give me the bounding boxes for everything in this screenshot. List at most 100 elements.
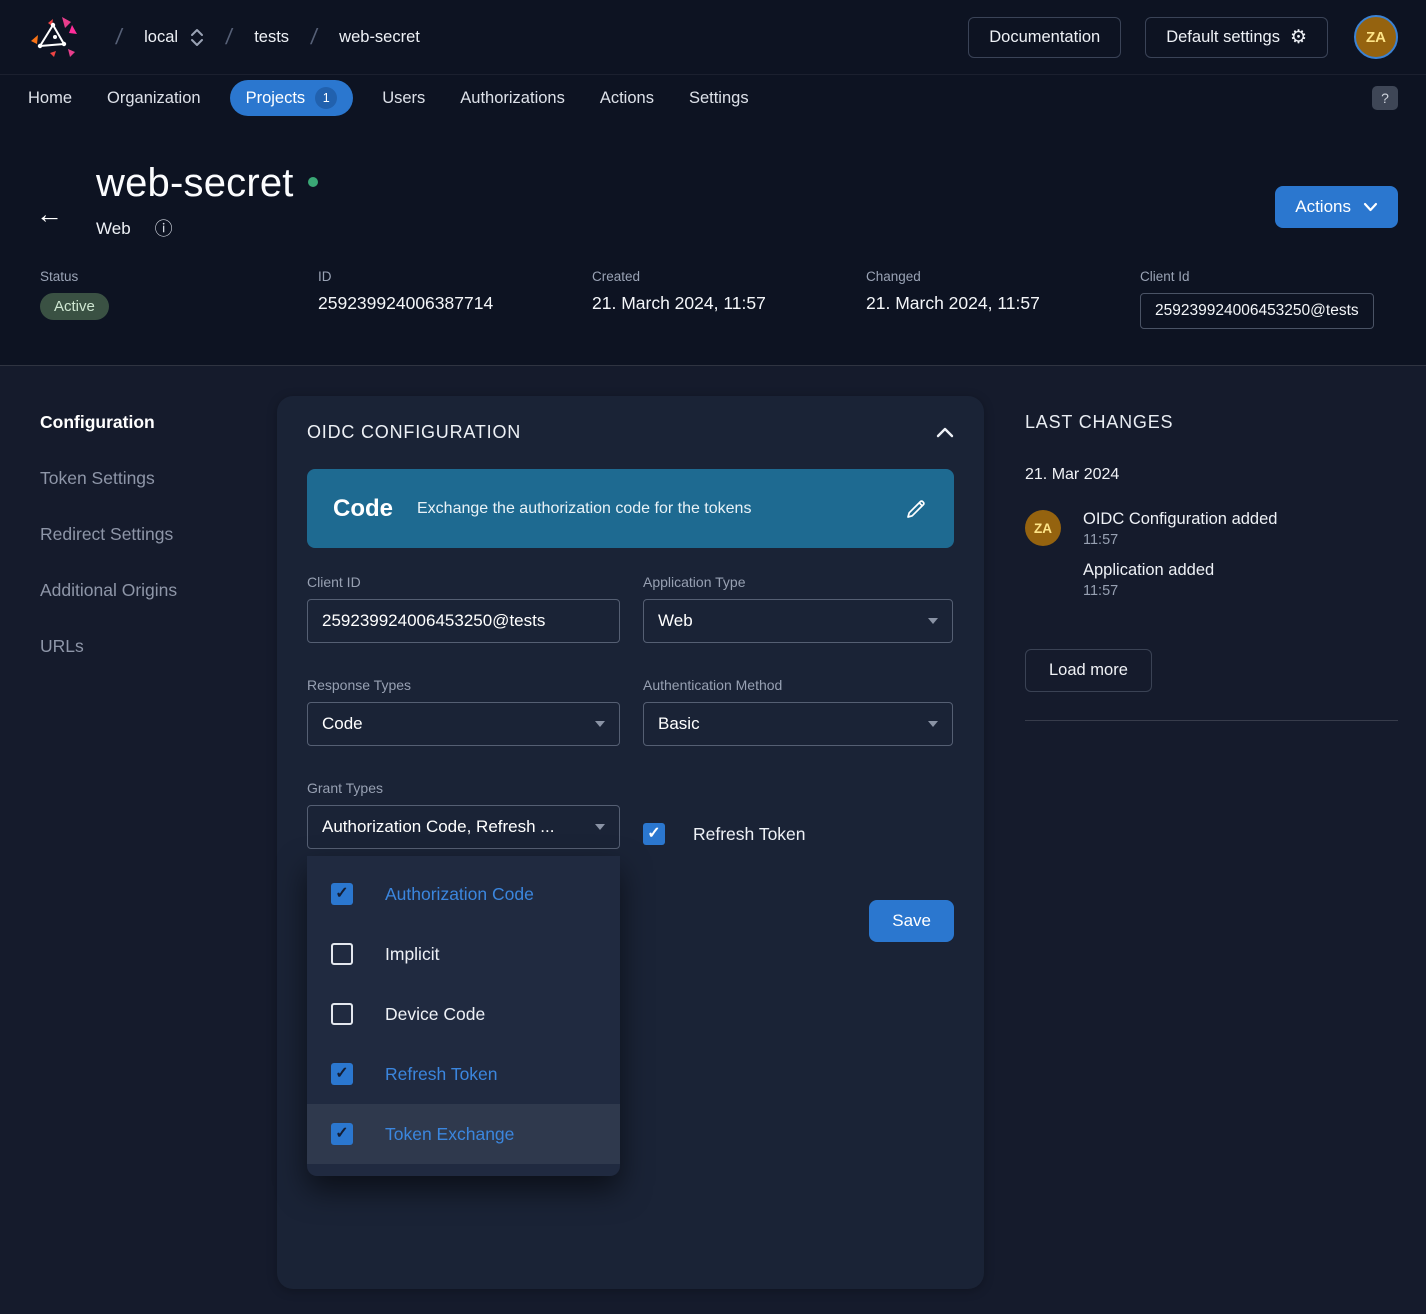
tab-organization[interactable]: Organization (107, 89, 201, 108)
active-state-dot (308, 177, 318, 187)
status-badge: Active (40, 293, 109, 320)
documentation-button[interactable]: Documentation (968, 17, 1121, 58)
authentication-method-label: Authentication Method (643, 677, 953, 693)
client-id-label: Client Id (1140, 269, 1398, 284)
grant-types-value: Authorization Code, Refresh ... (322, 817, 585, 837)
changed-value: 21. March 2024, 11:57 (866, 293, 1140, 314)
grant-option-label: Token Exchange (385, 1124, 514, 1145)
sidebar-item-token-settings[interactable]: Token Settings (40, 468, 277, 489)
checkbox-checked-icon[interactable]: ✓ (331, 1123, 353, 1145)
app-type-subtitle: Web (96, 219, 131, 239)
change-event-title: OIDC Configuration added (1083, 510, 1277, 529)
refresh-token-checkbox[interactable]: ✓ (643, 823, 665, 845)
response-types-value: Code (322, 714, 585, 734)
oidc-configuration-card: OIDC CONFIGURATION Code Exchange the aut… (277, 396, 984, 1289)
authentication-method-select[interactable]: Basic (643, 702, 953, 746)
change-event-title: Application added (1083, 561, 1277, 580)
tab-authorizations[interactable]: Authorizations (460, 89, 565, 108)
change-event-time: 11:57 (1083, 532, 1277, 548)
checkbox-unchecked-icon[interactable] (331, 943, 353, 965)
change-event-time: 11:57 (1083, 583, 1277, 599)
sidebar-item-additional-origins[interactable]: Additional Origins (40, 580, 277, 601)
sidebar-item-configuration[interactable]: Configuration (40, 412, 277, 433)
checkbox-checked-icon[interactable]: ✓ (331, 1063, 353, 1085)
meta-row: Status Active ID 259239924006387714 Crea… (0, 239, 1426, 365)
tab-settings[interactable]: Settings (689, 89, 749, 108)
banner-title: Code (333, 495, 393, 523)
sidebar-item-urls[interactable]: URLs (40, 636, 277, 657)
grant-option-authorization-code[interactable]: ✓ Authorization Code (307, 864, 620, 924)
change-author-avatar: ZA (1025, 510, 1061, 546)
default-settings-label: Default settings (1166, 28, 1280, 47)
response-types-label: Response Types (307, 677, 620, 693)
tab-users[interactable]: Users (382, 89, 425, 108)
grant-option-label: Implicit (385, 944, 439, 965)
chevron-down-icon (1363, 202, 1378, 212)
topbar: / local / tests / web-secret Documentati… (0, 0, 1426, 74)
user-avatar[interactable]: ZA (1354, 15, 1398, 59)
chevron-up-icon (936, 427, 954, 438)
load-more-button[interactable]: Load more (1025, 649, 1152, 692)
changed-label: Changed (866, 269, 1140, 284)
last-changes-panel: LAST CHANGES 21. Mar 2024 ZA OIDC Config… (1025, 396, 1398, 1289)
settings-sidebar: Configuration Token Settings Redirect Se… (40, 396, 277, 1289)
divider (1025, 720, 1398, 721)
breadcrumb-instance[interactable]: local (144, 28, 178, 47)
tab-home[interactable]: Home (28, 89, 72, 108)
breadcrumb-project[interactable]: tests (254, 28, 289, 47)
client-id-input[interactable] (307, 599, 620, 643)
changes-feed: ZA OIDC Configuration added 11:57 Applic… (1025, 510, 1398, 599)
auth-flow-banner: Code Exchange the authorization code for… (307, 469, 954, 548)
checkbox-unchecked-icon[interactable] (331, 1003, 353, 1025)
authentication-method-value: Basic (658, 714, 918, 734)
grant-option-implicit[interactable]: Implicit (307, 924, 620, 984)
tab-projects-label: Projects (246, 89, 306, 108)
banner-description: Exchange the authorization code for the … (417, 500, 751, 518)
change-event: OIDC Configuration added 11:57 (1083, 510, 1277, 548)
help-button[interactable]: ? (1372, 86, 1398, 110)
page-header: ← web-secret Web ⓘ Actions (0, 121, 1426, 239)
gear-icon: ⚙ (1290, 28, 1307, 47)
zitadel-logo-icon[interactable] (28, 13, 80, 61)
last-changes-title: LAST CHANGES (1025, 412, 1398, 433)
breadcrumb-separator: / (309, 24, 319, 50)
org-switcher-icon[interactable] (190, 28, 204, 47)
grant-option-refresh-token[interactable]: ✓ Refresh Token (307, 1044, 620, 1104)
application-type-select[interactable]: Web (643, 599, 953, 643)
created-value: 21. March 2024, 11:57 (592, 293, 866, 314)
select-arrow-icon (928, 721, 938, 727)
application-type-label: Application Type (643, 574, 953, 590)
breadcrumb-separator: / (224, 24, 234, 50)
save-button[interactable]: Save (869, 900, 954, 942)
response-types-select[interactable]: Code (307, 702, 620, 746)
edit-pencil-icon[interactable] (904, 497, 928, 521)
id-label: ID (318, 269, 592, 284)
collapse-section-button[interactable] (936, 427, 954, 438)
grant-types-select[interactable]: Authorization Code, Refresh ... (307, 805, 620, 849)
tab-actions[interactable]: Actions (600, 89, 654, 108)
tab-projects[interactable]: Projects 1 (230, 80, 354, 116)
grant-option-token-exchange[interactable]: ✓ Token Exchange (307, 1104, 620, 1164)
actions-label: Actions (1295, 197, 1351, 217)
breadcrumb-app[interactable]: web-secret (339, 28, 420, 47)
info-icon[interactable]: ⓘ (155, 220, 173, 238)
documentation-label: Documentation (989, 28, 1100, 47)
created-label: Created (592, 269, 866, 284)
sidebar-item-redirect-settings[interactable]: Redirect Settings (40, 524, 277, 545)
select-arrow-icon (595, 824, 605, 830)
main-content: Configuration Token Settings Redirect Se… (0, 366, 1426, 1289)
default-settings-button[interactable]: Default settings ⚙ (1145, 17, 1328, 58)
changes-date: 21. Mar 2024 (1025, 466, 1398, 484)
grant-option-label: Authorization Code (385, 884, 534, 905)
client-id-field-label: Client ID (307, 574, 620, 590)
card-title: OIDC CONFIGURATION (307, 422, 521, 443)
grant-option-device-code[interactable]: Device Code (307, 984, 620, 1044)
id-value: 259239924006387714 (318, 293, 592, 314)
client-id-chip[interactable]: 259239924006453250@tests (1140, 293, 1374, 329)
checkbox-checked-icon[interactable]: ✓ (331, 883, 353, 905)
refresh-token-checkbox-row[interactable]: ✓ Refresh Token (643, 812, 953, 856)
back-button[interactable]: ← (36, 161, 94, 239)
actions-button[interactable]: Actions (1275, 186, 1398, 228)
grant-option-label: Device Code (385, 1004, 485, 1025)
breadcrumb-separator: / (114, 24, 124, 50)
